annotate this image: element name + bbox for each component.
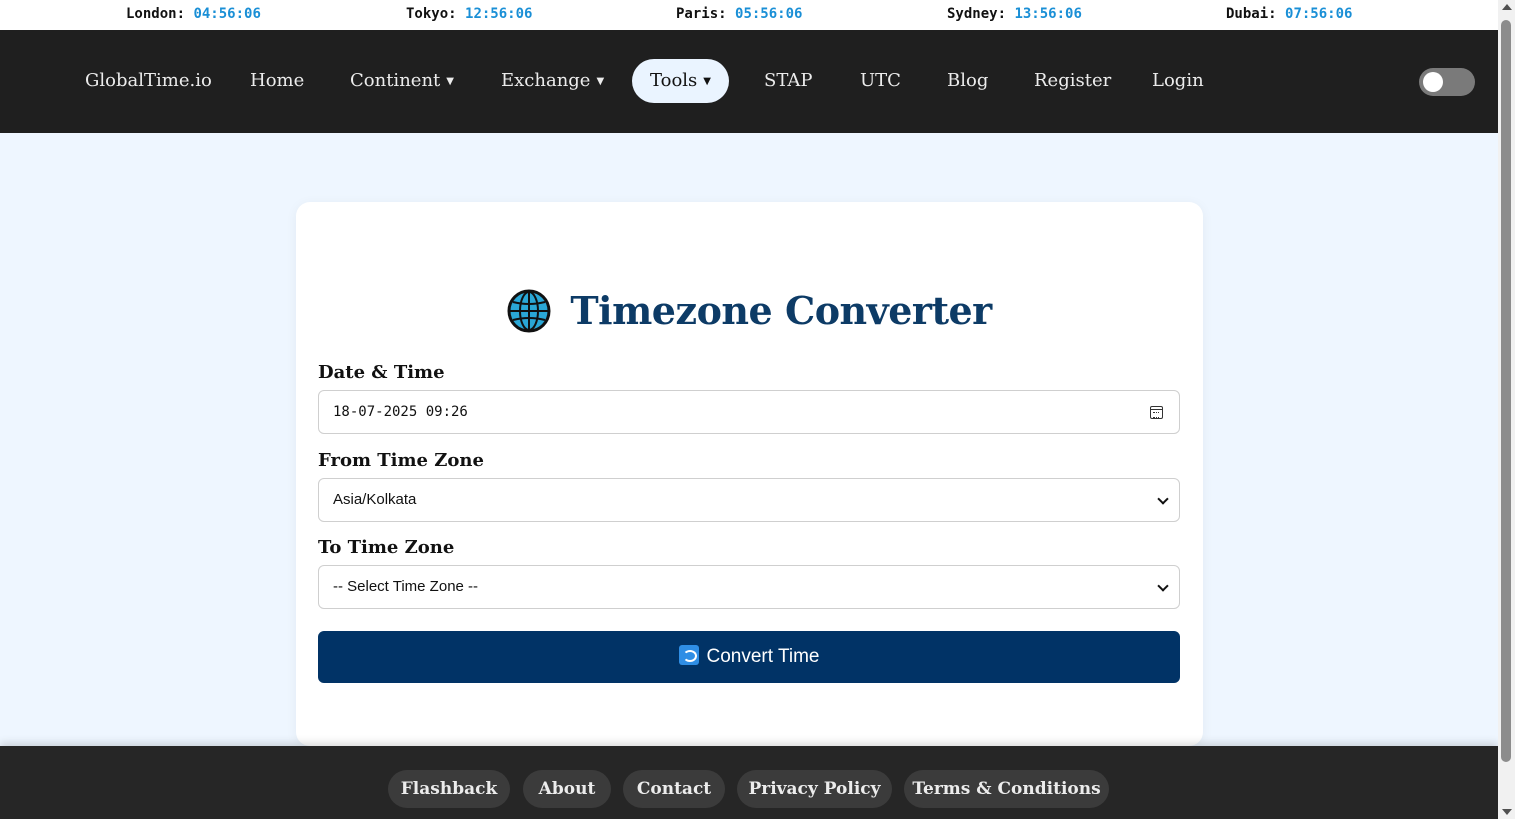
- chevron-down-icon: [1157, 493, 1169, 505]
- clock-london: London: 04:56:06: [126, 6, 261, 22]
- nav-continent-dropdown[interactable]: Continent ▼: [350, 70, 454, 93]
- clock-time: 07:56:06: [1285, 6, 1353, 22]
- page-title: Timezone Converter: [570, 288, 992, 333]
- footer-link-privacy-policy[interactable]: Privacy Policy: [737, 770, 892, 808]
- from-time-zone-label: From Time Zone: [318, 450, 484, 471]
- nav-exchange-dropdown[interactable]: Exchange ▼: [501, 70, 604, 93]
- clock-city: Dubai:: [1226, 6, 1277, 22]
- footer-link-terms[interactable]: Terms & Conditions: [904, 770, 1109, 808]
- nav-continent-label: Continent: [350, 70, 441, 91]
- nav-utc[interactable]: UTC: [860, 70, 901, 92]
- nav-stap[interactable]: STAP: [764, 70, 812, 92]
- from-time-zone-value: Asia/Kolkata: [333, 491, 417, 508]
- scroll-up-arrow-icon[interactable]: [1502, 4, 1512, 10]
- nav-blog[interactable]: Blog: [947, 70, 988, 92]
- nav-home[interactable]: Home: [250, 70, 304, 92]
- from-time-zone-select[interactable]: Asia/Kolkata: [318, 478, 1180, 522]
- clock-tokyo: Tokyo: 12:56:06: [406, 6, 532, 22]
- nav-tools-label: Tools: [650, 70, 698, 91]
- clock-city: London:: [126, 6, 186, 22]
- calendar-icon[interactable]: [1150, 406, 1163, 419]
- clock-city: Paris:: [676, 6, 727, 22]
- nav-register[interactable]: Register: [1034, 70, 1111, 92]
- clock-city: Tokyo:: [406, 6, 457, 22]
- clock-city: Sydney:: [947, 6, 1007, 22]
- converter-card: Timezone Converter Date & Time 18-07-202…: [296, 202, 1203, 746]
- date-time-input[interactable]: 18-07-2025 09:26: [318, 390, 1180, 434]
- date-time-value: 18-07-2025 09:26: [333, 404, 468, 420]
- world-clock-strip: London: 04:56:06 Tokyo: 12:56:06 Paris: …: [0, 0, 1498, 30]
- clock-sydney: Sydney: 13:56:06: [947, 6, 1082, 22]
- clock-time: 04:56:06: [193, 6, 261, 22]
- toggle-knob: [1423, 72, 1443, 92]
- nav-login[interactable]: Login: [1152, 70, 1204, 92]
- nav-exchange-label: Exchange: [501, 70, 591, 91]
- clock-dubai: Dubai: 07:56:06: [1226, 6, 1352, 22]
- refresh-icon: [678, 645, 699, 665]
- clock-time: 12:56:06: [465, 6, 533, 22]
- scrollbar-thumb[interactable]: [1501, 20, 1511, 762]
- clock-time: 05:56:06: [735, 6, 803, 22]
- chevron-down-icon: [1157, 580, 1169, 592]
- footer-link-flashback[interactable]: Flashback: [388, 770, 510, 808]
- convert-time-button[interactable]: Convert Time: [318, 631, 1180, 683]
- footer: Flashback About Contact Privacy Policy T…: [0, 746, 1498, 819]
- date-time-label: Date & Time: [318, 362, 445, 383]
- clock-paris: Paris: 05:56:06: [676, 6, 802, 22]
- nav-tools-dropdown[interactable]: Tools ▼: [632, 59, 729, 103]
- scroll-down-arrow-icon[interactable]: [1502, 809, 1512, 815]
- navbar: GlobalTime.io Home Continent ▼ Exchange ▼ …: [0, 30, 1498, 133]
- convert-time-label: Convert Time: [706, 646, 820, 667]
- footer-link-contact[interactable]: Contact: [623, 770, 725, 808]
- to-time-zone-select[interactable]: -- Select Time Zone --: [318, 565, 1180, 609]
- to-time-zone-label: To Time Zone: [318, 537, 455, 558]
- globe-icon: [507, 289, 551, 333]
- brand-link[interactable]: GlobalTime.io: [85, 70, 212, 92]
- theme-toggle[interactable]: [1419, 68, 1475, 96]
- footer-link-about[interactable]: About: [523, 770, 611, 808]
- title-row: Timezone Converter: [296, 288, 1203, 333]
- caret-down-icon: ▼: [596, 76, 605, 87]
- to-time-zone-value: -- Select Time Zone --: [333, 578, 479, 595]
- vertical-scrollbar[interactable]: [1498, 0, 1515, 819]
- clock-time: 13:56:06: [1014, 6, 1082, 22]
- caret-down-icon: ▼: [703, 76, 711, 87]
- caret-down-icon: ▼: [446, 76, 454, 87]
